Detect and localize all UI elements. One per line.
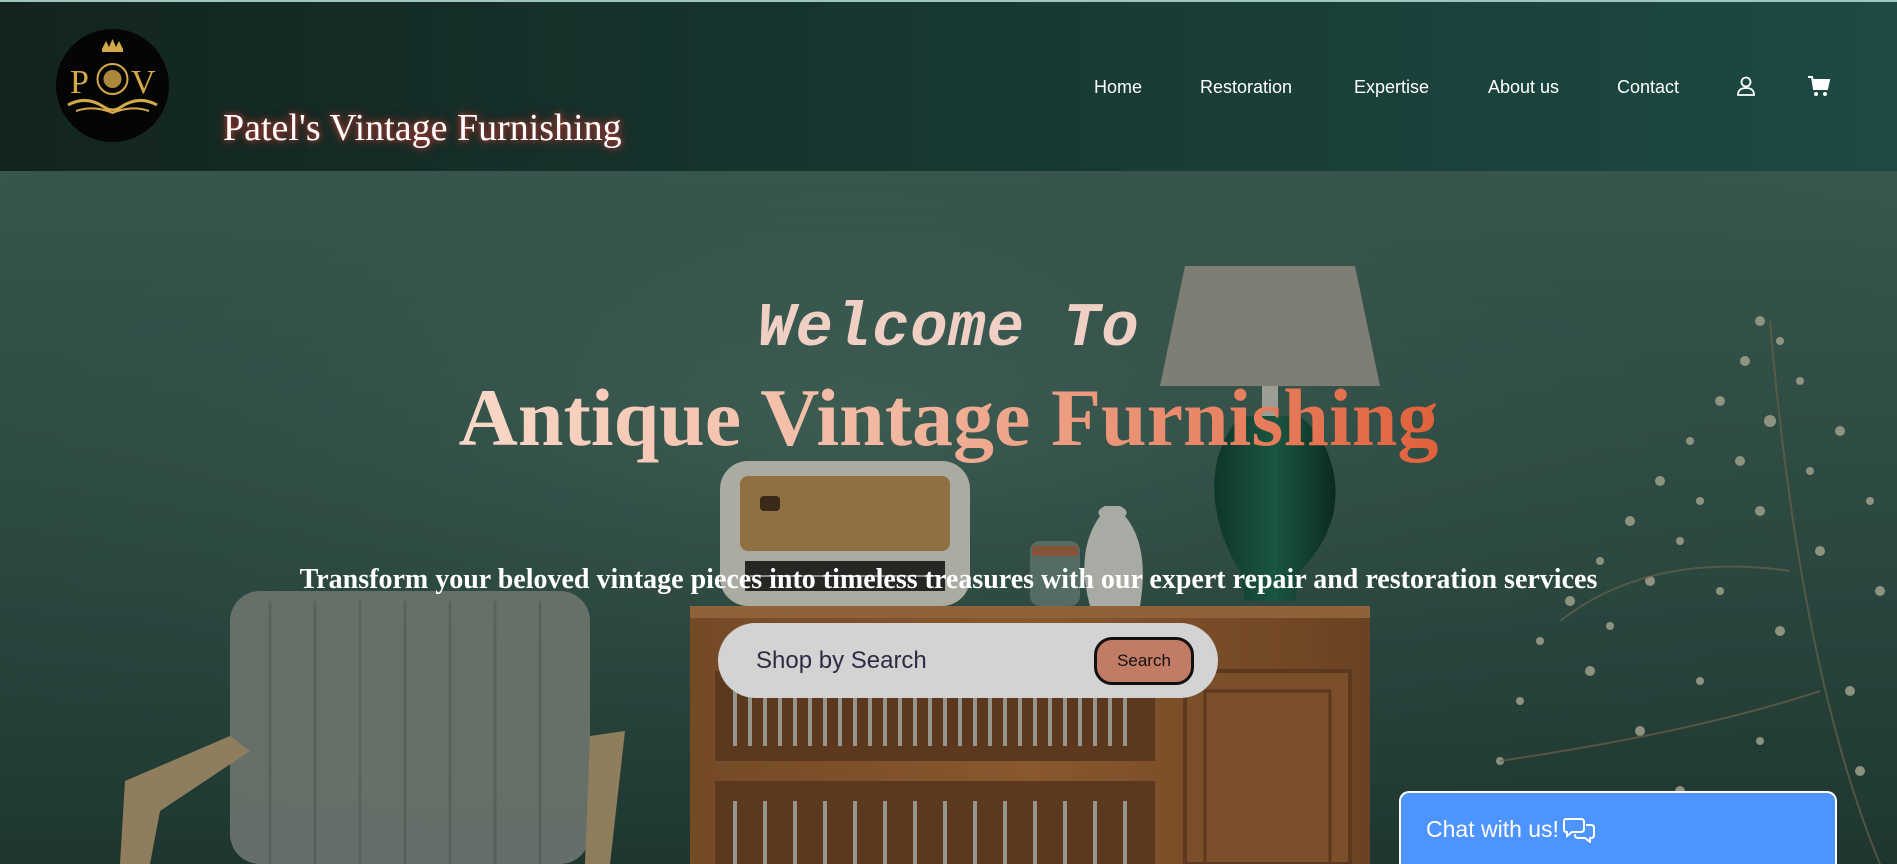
search-button[interactable]: Search: [1094, 637, 1194, 685]
hero-background-image: [0, 171, 1897, 864]
chat-widget[interactable]: Chat with us!: [1399, 791, 1837, 864]
site-header: P V Patel's Vintage Furnishing Home Rest…: [0, 0, 1897, 171]
hero-tagline: Transform your beloved vintage pieces in…: [299, 564, 1598, 595]
nav-home[interactable]: Home: [1094, 74, 1142, 100]
search-input[interactable]: [756, 641, 1056, 681]
search-bar: Search: [718, 623, 1218, 698]
chat-bubbles-icon: [1563, 815, 1595, 845]
user-icon[interactable]: [1734, 74, 1758, 98]
hero-headline: Antique Vintage Furnishing: [0, 371, 1897, 465]
nav-restoration[interactable]: Restoration: [1200, 74, 1292, 100]
hero-welcome: Welcome To: [757, 293, 1140, 364]
nav-contact[interactable]: Contact: [1617, 74, 1679, 100]
chat-label: Chat with us!: [1426, 816, 1559, 842]
hero-headline-text: Antique Vintage Furnishing: [458, 372, 1439, 463]
hero-section: Welcome To Antique Vintage Furnishing Tr…: [0, 171, 1897, 864]
nav-expertise[interactable]: Expertise: [1354, 74, 1429, 100]
brand-name[interactable]: Patel's Vintage Furnishing: [223, 106, 622, 150]
cart-icon[interactable]: [1807, 74, 1831, 98]
main-nav: Home Restoration Expertise About us Cont…: [0, 74, 1897, 104]
nav-about-us[interactable]: About us: [1488, 74, 1559, 100]
